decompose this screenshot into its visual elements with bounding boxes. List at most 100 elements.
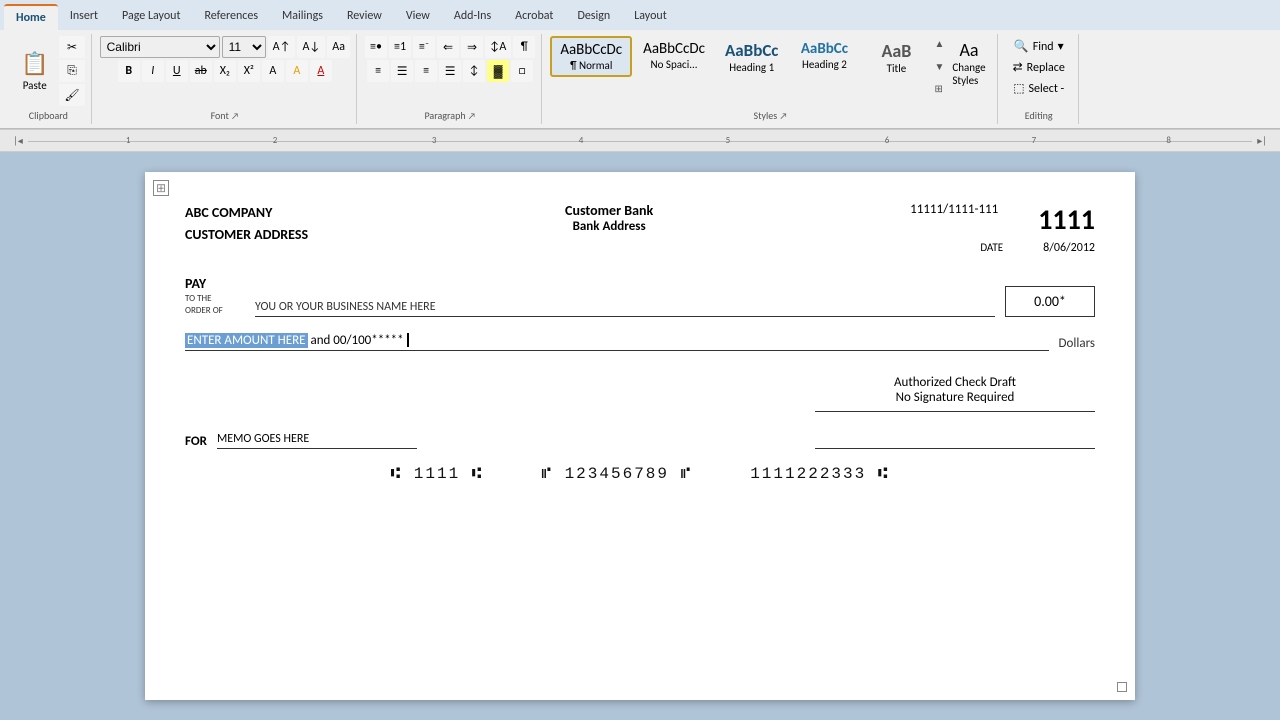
style-heading2-preview: AaBbCc [801, 40, 848, 58]
bank-address: Bank Address [565, 219, 653, 234]
check-header: ABC COMPANY CUSTOMER ADDRESS Customer Ba… [185, 202, 1095, 255]
format-painter-button[interactable]: 🖌 [59, 84, 84, 106]
style-heading2-label: Heading 2 [802, 58, 847, 71]
tab-view[interactable]: View [394, 4, 442, 30]
style-no-spacing-preview: AaBbCcDc [643, 40, 705, 58]
routing-checknum-row: 11111/1111-111 1111 [910, 202, 1095, 237]
tab-page-layout[interactable]: Page Layout [110, 4, 192, 30]
replace-icon: ⇄ [1013, 60, 1023, 75]
clear-formatting-button[interactable]: Aa [327, 36, 350, 58]
ruler-tick-2: 2 [273, 135, 278, 146]
memo-field[interactable]: MEMO GOES HERE [217, 432, 417, 449]
tab-mailings[interactable]: Mailings [270, 4, 335, 30]
underline-button[interactable]: U [166, 60, 188, 82]
styles-scroll-up[interactable]: ▲ [931, 36, 947, 51]
styles-scroll-down[interactable]: ▼ [931, 59, 947, 74]
amount-words-row: ENTER AMOUNT HERE and 00/100***** Dollar… [185, 333, 1095, 351]
style-heading1-button[interactable]: AaBbCc Heading 1 [716, 36, 787, 78]
ribbon-body: 📋 Paste ✂ ⎘ 🖌 Clipboard Calibri 11 [0, 30, 1280, 129]
ruler-scale[interactable]: 1 2 3 4 5 6 7 8 [28, 130, 1252, 151]
replace-button[interactable]: ⇄ Replace [1006, 57, 1072, 78]
highlight-button[interactable]: A [286, 60, 308, 82]
subscript-button[interactable]: X₂ [214, 60, 236, 82]
auth-line2: No Signature Required [815, 390, 1095, 405]
ruler-tick-1: 1 [126, 135, 131, 146]
align-center-button[interactable]: ☰ [391, 60, 413, 82]
font-size-select[interactable]: 11 [222, 36, 266, 58]
align-left-button[interactable]: ≡ [367, 60, 389, 82]
text-effects-button[interactable]: A [262, 60, 284, 82]
increase-indent-button[interactable]: ⇒ [461, 36, 483, 58]
multilevel-button[interactable]: ≡⁻ [413, 36, 435, 58]
tab-review[interactable]: Review [335, 4, 394, 30]
find-dropdown[interactable]: ▾ [1058, 39, 1064, 54]
strikethrough-button[interactable]: ab [190, 60, 212, 82]
document-area[interactable]: ⊞ ABC COMPANY CUSTOMER ADDRESS Customer … [0, 152, 1280, 720]
dollars-label: Dollars [1059, 336, 1095, 351]
payee-line[interactable]: YOU OR YOUR BUSINESS NAME HERE [255, 300, 995, 317]
tab-references[interactable]: References [192, 4, 270, 30]
editing-label: Editing [1000, 109, 1078, 122]
italic-button[interactable]: I [142, 60, 164, 82]
align-right-button[interactable]: ≡ [415, 60, 437, 82]
cut-button[interactable]: ✂ [59, 36, 84, 58]
select-button[interactable]: ⬚ Select - [1006, 78, 1071, 99]
change-styles-button[interactable]: Aa ChangeStyles [947, 36, 990, 90]
ruler-tick-5: 5 [726, 135, 731, 146]
font-color-button[interactable]: A [310, 60, 332, 82]
font-group: Calibri 11 A↑ A↓ Aa B I U ab X₂ X² A A A [94, 34, 357, 124]
ruler: |◂ 1 2 3 4 5 6 7 8 ▸| [0, 130, 1280, 152]
font-label: Font ↗ [94, 109, 356, 122]
micr-line: ⑆ 1111 ⑆ ⑈ 123456789 ⑈ 1111222333 ⑆ [185, 465, 1095, 483]
payee-name: YOU OR YOUR BUSINESS NAME HERE [255, 300, 436, 314]
bold-button[interactable]: B [118, 60, 140, 82]
ruler-tick-4: 4 [579, 135, 584, 146]
styles-group: AaBbCcDc ¶ Normal AaBbCcDc No Spaci... A… [544, 34, 997, 124]
tab-insert[interactable]: Insert [58, 4, 110, 30]
style-title-preview: AaB [881, 40, 911, 62]
tab-design[interactable]: Design [565, 4, 622, 30]
paste-icon: 📋 [21, 50, 48, 77]
ruler-tick-6: 6 [885, 135, 890, 146]
font-name-select[interactable]: Calibri [100, 36, 220, 58]
sort-button[interactable]: ↕A [485, 36, 511, 58]
tab-layout[interactable]: Layout [622, 4, 679, 30]
style-no-spacing-button[interactable]: AaBbCcDc No Spaci... [634, 36, 714, 75]
memo-value: MEMO GOES HERE [217, 432, 309, 446]
find-button[interactable]: 🔍 Find ▾ [1007, 36, 1071, 57]
paste-button[interactable]: 📋 Paste [12, 36, 57, 106]
style-heading2-button[interactable]: AaBbCc Heading 2 [789, 36, 859, 75]
to-the-label: TO THE [185, 293, 245, 305]
decrease-indent-button[interactable]: ⇐ [437, 36, 459, 58]
shading-button[interactable]: ▓ [487, 60, 509, 82]
tab-add-ins[interactable]: Add-Ins [442, 4, 503, 30]
style-title-label: Title [887, 62, 907, 75]
style-title-button[interactable]: AaB Title [861, 36, 931, 79]
styles-more[interactable]: ⊞ [931, 81, 947, 96]
style-heading1-label: Heading 1 [729, 61, 774, 74]
ruler-tick-7: 7 [1032, 135, 1037, 146]
select-label: Select - [1029, 82, 1065, 96]
style-normal-button[interactable]: AaBbCcDc ¶ Normal [550, 36, 632, 77]
copy-button[interactable]: ⎘ [59, 60, 84, 82]
editing-group: 🔍 Find ▾ ⇄ Replace ⬚ Select - Editing [1000, 34, 1079, 124]
styles-label: Styles ↗ [544, 109, 996, 122]
amount-words-field[interactable]: ENTER AMOUNT HERE and 00/100***** [185, 333, 1049, 351]
justify-button[interactable]: ☰ [439, 60, 461, 82]
superscript-button[interactable]: X² [238, 60, 260, 82]
tab-home[interactable]: Home [4, 4, 58, 30]
line-spacing-button[interactable]: ↕ [463, 60, 485, 82]
amount-box[interactable]: 0.00* [1005, 286, 1095, 317]
memo-label: FOR [185, 434, 207, 449]
page-corner-handle[interactable]: ⊞ [153, 180, 169, 196]
show-marks-button[interactable]: ¶ [513, 36, 535, 58]
ribbon: Home Insert Page Layout References Maili… [0, 0, 1280, 130]
amount-words-rest: and 00/100***** [308, 333, 404, 348]
increase-font-button[interactable]: A↑ [268, 36, 296, 58]
bullets-button[interactable]: ≡• [365, 36, 387, 58]
numbering-button[interactable]: ≡1 [389, 36, 411, 58]
borders-button[interactable]: □ [511, 60, 533, 82]
change-styles-icon: Aa [959, 39, 978, 61]
decrease-font-button[interactable]: A↓ [297, 36, 325, 58]
tab-acrobat[interactable]: Acrobat [503, 4, 565, 30]
